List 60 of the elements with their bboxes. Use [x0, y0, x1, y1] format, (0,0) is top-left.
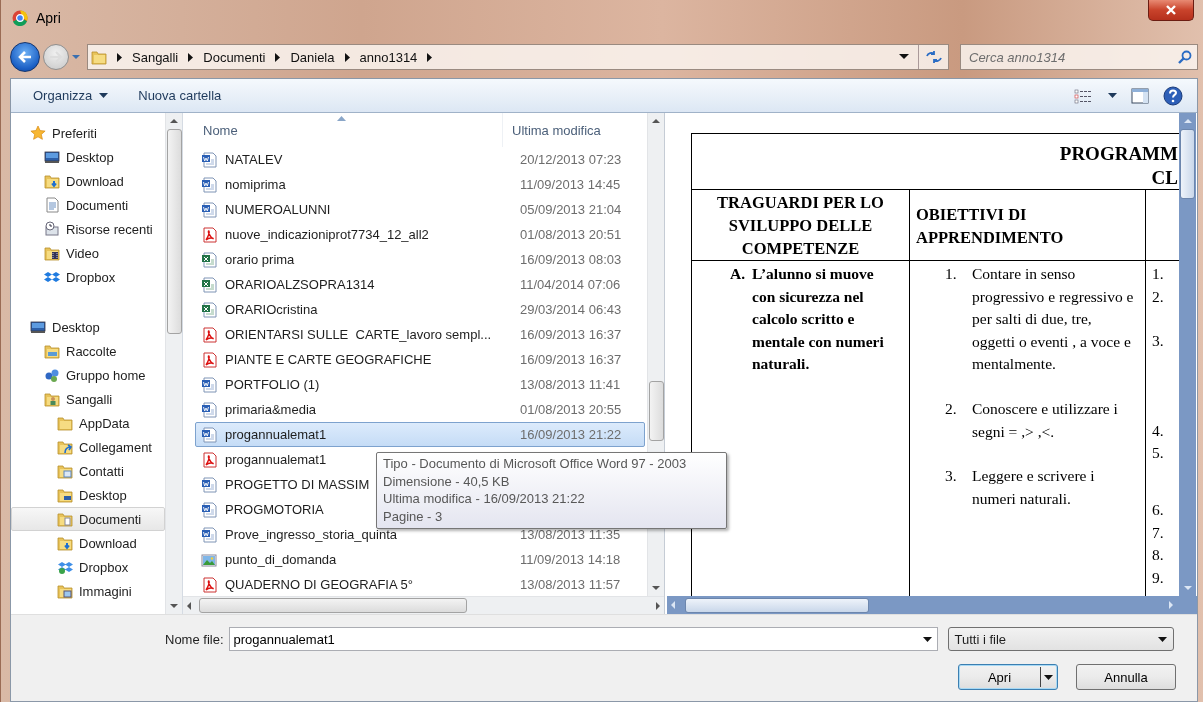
modified-date: 13/08/2013 11:57 — [520, 577, 621, 592]
modified-date: 13/08/2013 11:41 — [520, 377, 621, 392]
list-marker: 2. — [1152, 286, 1165, 307]
tooltip-line: Pagine - 3 — [383, 507, 444, 525]
file-name: primaria&media — [225, 402, 317, 417]
window-title: Apri — [36, 10, 61, 26]
tooltip-line: Tipo - Documento di Microsoft Office Word 97 - 2003 — [383, 455, 688, 473]
modified-date: 05/09/2013 21:04 — [520, 202, 622, 217]
modified-date: 11/09/2013 14:45 — [520, 177, 621, 192]
file-name: nomiprima — [225, 177, 286, 192]
list-marker: 4. — [1152, 420, 1165, 441]
tooltip-line: Dimensione - 40,5 KB — [383, 472, 511, 490]
file-name: NUMEROALUNNI — [225, 202, 331, 217]
file-name: orario prima — [225, 252, 295, 267]
file-name: PROGETTO DI MASSIM — [225, 477, 370, 492]
modified-date: 13/08/2013 11:35 — [520, 527, 621, 542]
list-marker: 1. — [945, 264, 958, 284]
modified-date: 20/12/2013 07:23 — [520, 152, 622, 167]
list-marker: A. — [730, 264, 747, 284]
objective-text: Contare in senso progressivo e regressivo e per salti di due, tre, oggetti o eventi , a voce e mentalmente. — [972, 264, 1135, 375]
file-name: progannualemat1 — [225, 427, 327, 442]
modified-date: 01/08/2013 20:51 — [520, 227, 622, 242]
file-name: NATALEV — [225, 152, 283, 167]
file-name: progannualemat1 — [225, 452, 327, 467]
column-heading: OBIETTIVI DI APPRENDIMENTO — [910, 190, 1146, 260]
modified-date: 16/09/2013 16:37 — [520, 352, 622, 367]
objective-text: Conoscere e utilizzare i segni = ,> ,<. — [972, 398, 1119, 442]
list-marker: 8. — [1152, 545, 1165, 566]
file-name: PORTFOLIO (1) — [225, 377, 320, 392]
file-name: PIANTE E CARTE GEOGRAFICHE — [225, 352, 432, 367]
modified-date: 16/09/2013 21:22 — [520, 427, 622, 442]
modified-date: 29/03/2014 06:43 — [520, 302, 622, 317]
modified-date: 01/08/2013 20:55 — [520, 402, 622, 417]
modified-date: 16/09/2013 08:03 — [520, 252, 622, 267]
list-marker: 1. — [1152, 264, 1165, 284]
list-marker: 5. — [1152, 443, 1165, 464]
file-name: Prove_ingresso_storia_quinta — [225, 527, 397, 542]
tooltip-line: Ultima modifica - 16/09/2013 21:22 — [383, 490, 586, 508]
list-marker: 3. — [945, 466, 958, 487]
document-title: PROGRAMM — [1059, 142, 1178, 166]
file-name: ORIENTARSI SULLE CARTE_lavoro sempl... — [225, 327, 492, 342]
file-name-label: Nome file: — [165, 631, 224, 647]
modified-date: 16/09/2013 16:37 — [520, 327, 622, 342]
file-name: nuove_indicazioniprot7734_12_all2 — [225, 227, 429, 242]
modified-date: 11/04/2014 07:06 — [520, 277, 621, 292]
column-heading: TRAGUARDI PER LO SVILUPPO DELLE COMPETENZE — [692, 190, 910, 260]
list-marker: 7. — [1152, 522, 1165, 543]
goal-text: L’alunno si muove con sicurezza nel calcolo scritto e mentale con numeri naturali. — [752, 264, 885, 375]
file-name: ORARIOcristina — [225, 302, 318, 317]
file-name: punto_di_domanda — [225, 552, 337, 567]
file-name: ORARIOALZSOPRA1314 — [225, 277, 375, 292]
modified-date: 11/09/2013 14:18 — [520, 552, 621, 567]
list-marker: 3. — [1152, 331, 1165, 352]
objective-text: Leggere e scrivere i numeri naturali. — [972, 466, 1096, 509]
file-name: QUADERNO DI GEOGRAFIA 5° — [225, 577, 413, 592]
document-subtitle: CL — [1151, 166, 1178, 190]
list-marker: 2. — [945, 398, 958, 419]
list-marker: 9. — [1152, 567, 1165, 588]
file-name: PROGMOTORIA — [225, 502, 324, 517]
list-marker: 6. — [1152, 499, 1165, 520]
